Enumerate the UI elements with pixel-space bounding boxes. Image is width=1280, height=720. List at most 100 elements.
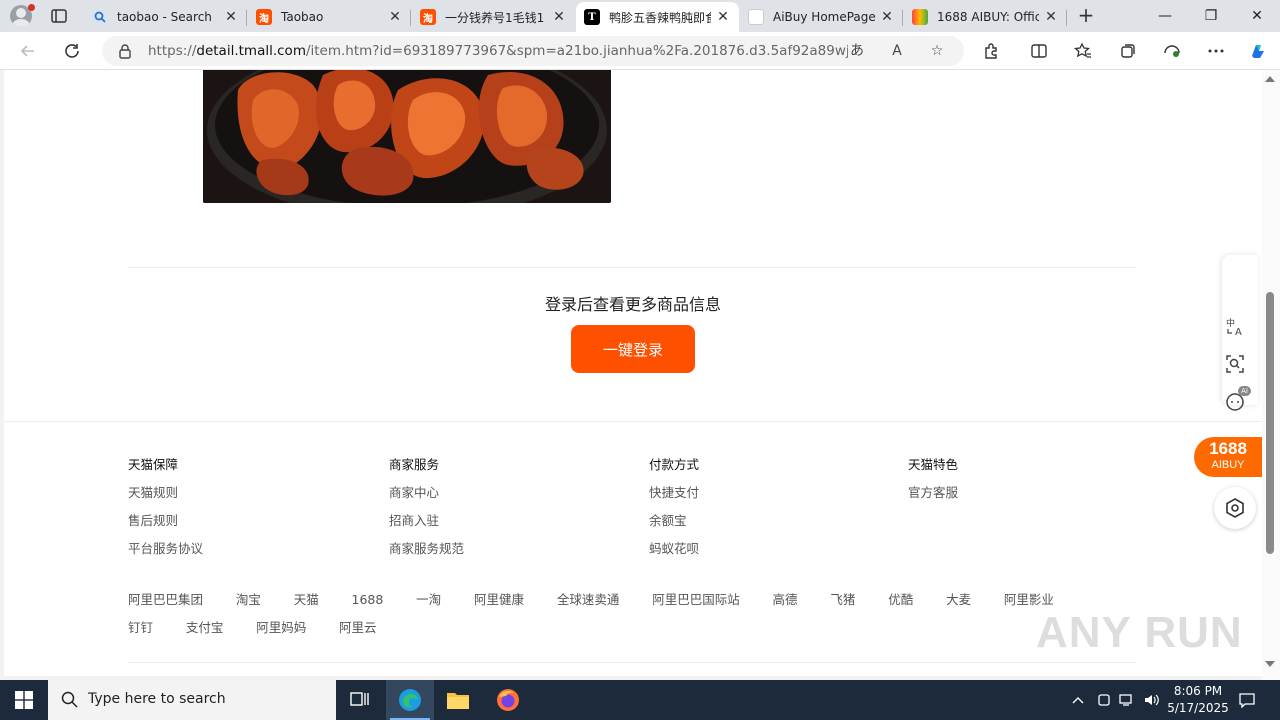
image-search-icon[interactable]	[1221, 350, 1249, 378]
footer-link[interactable]: 阿里巴巴集团	[128, 590, 203, 618]
footer-link[interactable]: 1688	[352, 590, 384, 618]
badge-number: 1688	[1209, 439, 1247, 458]
taskbar-clock[interactable]: 8:06 PM 5/17/2025	[1162, 683, 1234, 717]
settings-hex-icon[interactable]	[1214, 487, 1256, 529]
footer-link[interactable]: 高德	[773, 590, 798, 618]
address-bar[interactable]: https://detail.tmall.com/item.htm?id=693…	[102, 36, 964, 66]
split-screen-icon[interactable]	[1029, 41, 1049, 61]
footer-link[interactable]: 优酷	[888, 590, 913, 618]
footer-link[interactable]: 售后规则	[128, 510, 203, 538]
product-image[interactable]	[203, 70, 611, 203]
collections-icon[interactable]	[1118, 41, 1138, 61]
footer-column-merchant: 商家服务 商家中心 招商入驻 商家服务规范	[389, 454, 464, 566]
close-tab-icon[interactable]: ✕	[715, 9, 731, 25]
edge-taskbar-icon[interactable]	[386, 680, 434, 720]
footer-divider	[128, 662, 1136, 663]
file-explorer-icon[interactable]	[434, 680, 482, 720]
volume-icon[interactable]	[1140, 680, 1162, 720]
task-view-icon[interactable]	[336, 680, 384, 720]
close-tab-icon[interactable]: ✕	[223, 9, 239, 25]
footer-link[interactable]: 天猫	[294, 590, 319, 618]
tab-tmall-product[interactable]: T 鸭胗五香辣鸭肫即食 ✕	[576, 2, 739, 32]
copilot-icon[interactable]	[1248, 41, 1268, 61]
search-placeholder: Type here to search	[88, 691, 226, 707]
footer-link[interactable]: 天猫规则	[128, 482, 203, 510]
login-prompt: 登录后查看更多商品信息	[544, 295, 721, 314]
notifications-icon[interactable]	[1236, 680, 1258, 720]
tab-taobao-search[interactable]: taobao - Search ✕	[84, 2, 247, 32]
section-divider	[128, 267, 1136, 268]
footer-link[interactable]: 商家服务规范	[389, 538, 464, 566]
svg-text:中: 中	[1226, 317, 1235, 329]
anyrun-watermark: ANY RUN	[1036, 608, 1243, 657]
1688-aibuy-badge[interactable]: 1688 AIBUY	[1194, 437, 1262, 477]
performance-icon[interactable]	[1162, 41, 1182, 61]
search-icon	[92, 9, 108, 25]
tab-title: taobao - Search	[117, 10, 212, 24]
tab-actions-icon[interactable]	[50, 7, 68, 25]
footer-link[interactable]: 淘宝	[236, 590, 261, 618]
tab-1688-aibuy[interactable]: 1688 AIBUY: Official ✕	[904, 2, 1067, 32]
footer-link[interactable]: 招商入驻	[389, 510, 464, 538]
firefox-icon[interactable]	[484, 680, 532, 720]
network-icon[interactable]	[1116, 680, 1138, 720]
minimize-icon[interactable]: —	[1142, 0, 1188, 32]
tab-yifenqian[interactable]: 淘 一分钱养号1毛钱1 ✕	[412, 2, 575, 32]
back-icon[interactable]	[18, 41, 38, 61]
footer-link[interactable]: 阿里巴巴国际站	[652, 590, 740, 618]
meet-now-icon[interactable]	[1094, 680, 1114, 720]
footer-link[interactable]: 余额宝	[649, 510, 699, 538]
favorite-star-icon[interactable]: ☆	[928, 42, 946, 60]
translate-page-icon[interactable]: 中A	[1221, 312, 1249, 340]
close-window-icon[interactable]: ✕	[1234, 0, 1280, 32]
close-tab-icon[interactable]: ✕	[879, 9, 895, 25]
restore-icon[interactable]: ❐	[1188, 0, 1234, 32]
footer-link[interactable]: 飞猪	[830, 590, 855, 618]
taskbar-search-box[interactable]: Type here to search	[48, 680, 336, 720]
scroll-thumb[interactable]	[1266, 292, 1274, 554]
footer-heading: 付款方式	[649, 457, 700, 472]
refresh-icon[interactable]	[62, 41, 82, 61]
footer-link[interactable]: 阿里云	[339, 618, 377, 646]
tab-aibuy-home[interactable]: AiBuy HomePage ✕	[740, 2, 903, 32]
new-tab-icon[interactable]: +	[1076, 5, 1096, 26]
footer-link[interactable]: 快捷支付	[649, 482, 699, 510]
footer-link[interactable]: 官方客服	[908, 482, 958, 510]
close-tab-icon[interactable]: ✕	[1043, 9, 1059, 25]
footer-link[interactable]: 钉钉	[128, 618, 153, 646]
footer-link[interactable]: 全球速卖通	[557, 590, 620, 618]
clock-time: 8:06 PM	[1173, 684, 1223, 698]
footer-link[interactable]: 平台服务协议	[128, 538, 203, 566]
close-tab-icon[interactable]: ✕	[387, 9, 403, 25]
scroll-up-icon[interactable]	[1265, 76, 1275, 82]
footer-link[interactable]: 支付宝	[186, 618, 224, 646]
tmall-product-page: 登录后查看更多商品信息 一键登录 天猫保障 天猫规则 售后规则 平台服务协议 商…	[4, 70, 1262, 676]
taobao-icon: 淘	[256, 9, 272, 25]
tab-title: 1688 AIBUY: Official	[937, 10, 1039, 24]
favorites-icon[interactable]	[1073, 41, 1093, 61]
svg-text:A: A	[1235, 327, 1242, 337]
profile-notification-dot	[28, 4, 35, 11]
extensions-icon[interactable]	[981, 41, 1001, 61]
one-click-login-button[interactable]: 一键登录	[571, 325, 695, 373]
footer-link[interactable]: 大麦	[946, 590, 971, 618]
browser-tab-strip: taobao - Search ✕ 淘 Taobao ✕ 淘 一分钱养号1毛钱1…	[0, 0, 1280, 32]
footer-link[interactable]: 商家中心	[389, 482, 464, 510]
close-tab-icon[interactable]: ✕	[551, 9, 567, 25]
lock-icon[interactable]	[118, 43, 132, 59]
1688-icon	[912, 9, 928, 25]
tray-overflow-icon[interactable]	[1068, 680, 1088, 720]
translate-icon[interactable]: あ	[848, 42, 866, 60]
footer-link[interactable]: 阿里健康	[474, 590, 524, 618]
tab-taobao[interactable]: 淘 Taobao ✕	[248, 2, 411, 32]
footer-link[interactable]: 阿里妈妈	[256, 618, 306, 646]
page-scrollbar[interactable]	[1262, 70, 1280, 680]
footer-link[interactable]: 蚂蚁花呗	[649, 538, 699, 566]
windows-start-icon[interactable]	[0, 680, 48, 720]
alibaba-group-links: 阿里巴巴集团 淘宝 天猫 1688 一淘 阿里健康 全球速卖通 阿里巴巴国际站 …	[128, 590, 1138, 646]
footer-link[interactable]: 一淘	[416, 590, 441, 618]
more-menu-icon[interactable]	[1206, 41, 1226, 61]
read-aloud-icon[interactable]: A	[888, 42, 906, 60]
scroll-down-icon[interactable]	[1265, 661, 1275, 667]
windows-taskbar: Type here to search 8:06 PM 5/17/2025	[0, 680, 1280, 720]
